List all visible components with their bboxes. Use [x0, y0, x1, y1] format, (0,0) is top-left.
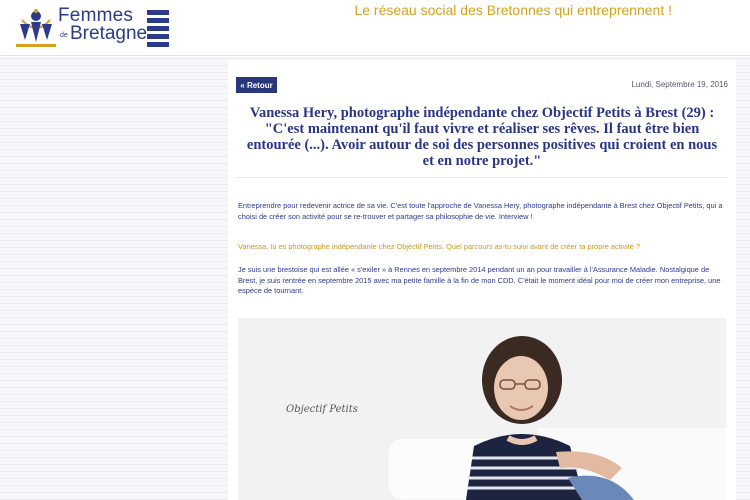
hermine-emblem-icon: [16, 9, 56, 47]
site-tagline: Le réseau social des Bretonnes qui entre…: [354, 2, 672, 18]
title-divider: [236, 177, 728, 178]
back-button[interactable]: « Retour: [236, 77, 277, 93]
breton-flag-icon: [147, 10, 169, 47]
article-title: Vanessa Hery, photographe indépendante c…: [246, 105, 718, 169]
site-header: Femmes de Bretagne Le réseau social des …: [0, 0, 750, 56]
article-date: Lundi, Septembre 19, 2016: [631, 80, 728, 89]
interview-question: Vanessa, tu es photographe indépendante …: [238, 242, 641, 251]
site-logo[interactable]: Femmes de Bretagne: [14, 4, 169, 52]
photo-watermark-text: Objectif Petits: [286, 404, 358, 415]
logo-text-de: de: [60, 32, 68, 39]
article-photo: Objectif Petits: [238, 318, 726, 500]
interview-answer: Je suis une brestoise qui est allée « s'…: [238, 265, 721, 295]
logo-text-bretagne: Bretagne: [70, 23, 148, 44]
article-intro: Entreprendre pour redevenir actrice de s…: [238, 201, 723, 221]
article-container: « Retour Lundi, Septembre 19, 2016 Vanes…: [228, 60, 736, 500]
